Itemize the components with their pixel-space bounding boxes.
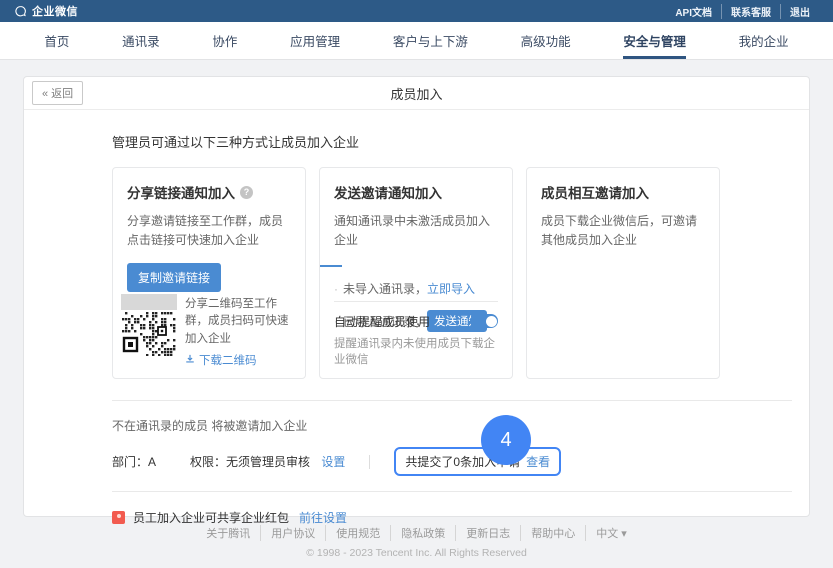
- redpacket-row: 员工加入企业可共享企业红包 前往设置: [112, 509, 792, 526]
- view-applications-link[interactable]: 查看: [526, 453, 550, 470]
- auto-remind-desc: 提醒通讯录内未使用成员下载企业微信: [334, 336, 498, 368]
- qr-desc: 分享二维码至工作群，成员扫码可快速加入企业: [185, 296, 297, 348]
- user-agreement-link[interactable]: 用户协议: [260, 525, 325, 541]
- auto-remind-row: 自动提醒成员使用: [334, 313, 498, 330]
- department-setting: 部门：A: [112, 453, 156, 470]
- toggle-knob: [486, 316, 497, 327]
- top-bar: 企业微信 API文档 联系客服 退出: [0, 0, 833, 22]
- wework-logo[interactable]: 企业微信: [14, 3, 78, 19]
- qr-section: 分享二维码至工作群，成员扫码可快速加入企业 下载二维码: [121, 294, 297, 370]
- auto-remind-title: 自动提醒成员使用: [334, 313, 430, 330]
- download-qr-label: 下载二维码: [199, 353, 257, 370]
- auto-remind-section: 自动提醒成员使用 提醒通讯录内未使用成员下载企业微信: [334, 301, 498, 368]
- panel-body: 管理员可通过以下三种方式让成员加入企业 分享链接通知加入 ? 分享邀请链接至工作…: [24, 110, 809, 526]
- join-applications-highlight: 共提交了0条加入申请 查看: [394, 447, 561, 476]
- card-share-link: 分享链接通知加入 ? 分享邀请链接至工作群，成员点击链接可快速加入企业 复制邀请…: [112, 167, 306, 379]
- card-mutual-invite-desc: 成员下载企业微信后，可邀请其他成员加入企业: [541, 212, 705, 249]
- logout-link[interactable]: 退出: [780, 4, 819, 19]
- nav-contacts[interactable]: 通讯录: [122, 22, 160, 59]
- nav-home[interactable]: 首页: [44, 22, 69, 59]
- qr-side: 分享二维码至工作群，成员扫码可快速加入企业 下载二维码: [185, 294, 297, 370]
- section-divider: [112, 400, 792, 401]
- card-share-link-desc: 分享邀请链接至工作群，成员点击链接可快速加入企业: [127, 212, 291, 249]
- card-invite-notice: 发送邀请通知加入 通知通讯录中未激活成员加入企业 · 未导入通讯录， 立即导入 …: [319, 167, 513, 379]
- member-join-panel: « 返回 成员加入 管理员可通过以下三种方式让成员加入企业 分享链接通知加入 ?…: [23, 76, 810, 517]
- nav-app-management[interactable]: 应用管理: [290, 22, 340, 59]
- topbar-links: API文档 联系客服 退出: [666, 4, 819, 19]
- qr-code: [121, 294, 177, 370]
- card-invite-notice-title: 发送邀请通知加入: [334, 182, 498, 202]
- card-share-link-title: 分享链接通知加入 ?: [127, 182, 291, 202]
- join-method-cards: 分享链接通知加入 ? 分享邀请链接至工作群，成员点击链接可快速加入企业 复制邀请…: [112, 167, 792, 379]
- import-now-link[interactable]: 立即导入: [427, 280, 475, 297]
- help-icon[interactable]: ?: [240, 186, 253, 199]
- footer-links: 关于腾讯 用户协议 使用规范 隐私政策 更新日志 帮助中心 中文 ▾: [196, 525, 637, 541]
- step-annotation-badge: 4: [481, 415, 531, 465]
- chat-bubble-icon: [14, 5, 27, 18]
- permission-setting: 权限：无须管理员审核 设置: [190, 453, 345, 470]
- nav-security-management[interactable]: 安全与管理: [623, 22, 686, 59]
- contact-support-link[interactable]: 联系客服: [721, 4, 780, 19]
- permission-value: 无须管理员审核: [226, 455, 310, 469]
- department-value: A: [148, 455, 156, 469]
- bullet-icon: ·: [334, 282, 338, 296]
- permission-label: 权限：: [190, 455, 226, 469]
- auto-remind-toggle[interactable]: [470, 314, 498, 328]
- join-settings-row: 部门：A 权限：无须管理员审核 设置 共提交了0条加入申请 查看: [112, 447, 792, 476]
- department-label: 部门：: [112, 455, 148, 469]
- join-note: 不在通讯录的成员 将被邀请加入企业: [112, 417, 792, 434]
- help-center-link[interactable]: 帮助中心: [520, 525, 585, 541]
- copy-invite-link-button[interactable]: 复制邀请链接: [127, 263, 221, 292]
- card-mutual-invite-title: 成员相互邀请加入: [541, 182, 705, 202]
- api-docs-link[interactable]: API文档: [666, 4, 721, 19]
- main-nav: 首页 通讯录 协作 应用管理 客户与上下游 高级功能 安全与管理 我的企业: [0, 22, 833, 60]
- panel-header: « 返回 成员加入: [24, 77, 809, 110]
- redpacket-settings-link[interactable]: 前往设置: [299, 509, 347, 526]
- brand-name: 企业微信: [32, 3, 78, 19]
- nav-advanced[interactable]: 高级功能: [521, 22, 571, 59]
- bullet-not-imported: · 未导入通讯录， 立即导入: [334, 280, 498, 297]
- nav-my-company[interactable]: 我的企业: [739, 22, 789, 59]
- page-footer: 关于腾讯 用户协议 使用规范 隐私政策 更新日志 帮助中心 中文 ▾ © 199…: [0, 525, 833, 559]
- permission-settings-link[interactable]: 设置: [321, 455, 345, 469]
- section-divider: [112, 491, 792, 492]
- usage-rules-link[interactable]: 使用规范: [325, 525, 390, 541]
- wework-admin-page: 企业微信 API文档 联系客服 退出 首页 通讯录 协作 应用管理 客户与上下游…: [0, 0, 833, 568]
- about-tencent-link[interactable]: 关于腾讯: [196, 525, 260, 541]
- intro-text: 管理员可通过以下三种方式让成员加入企业: [112, 132, 792, 151]
- privacy-policy-link[interactable]: 隐私政策: [390, 525, 455, 541]
- download-icon: [185, 353, 195, 370]
- bullet-not-imported-text: 未导入通讯录，: [343, 280, 427, 297]
- card-share-link-title-text: 分享链接通知加入: [127, 182, 235, 202]
- card-invite-notice-desc: 通知通讯录中未激活成员加入企业: [334, 212, 498, 249]
- nav-collaboration[interactable]: 协作: [212, 22, 237, 59]
- page-title: 成员加入: [24, 84, 809, 103]
- copyright-text: © 1998 - 2023 Tencent Inc. All Rights Re…: [0, 547, 833, 559]
- changelog-link[interactable]: 更新日志: [455, 525, 520, 541]
- vertical-separator: [369, 455, 370, 469]
- accent-divider: [320, 265, 342, 267]
- back-button[interactable]: « 返回: [32, 81, 83, 105]
- nav-customers[interactable]: 客户与上下游: [393, 22, 468, 59]
- red-packet-icon: [112, 511, 125, 524]
- card-mutual-invite: 成员相互邀请加入 成员下载企业微信后，可邀请其他成员加入企业: [526, 167, 720, 379]
- language-select[interactable]: 中文 ▾: [585, 525, 637, 541]
- download-qr-link[interactable]: 下载二维码: [185, 353, 297, 370]
- redpacket-text: 员工加入企业可共享企业红包: [133, 509, 289, 526]
